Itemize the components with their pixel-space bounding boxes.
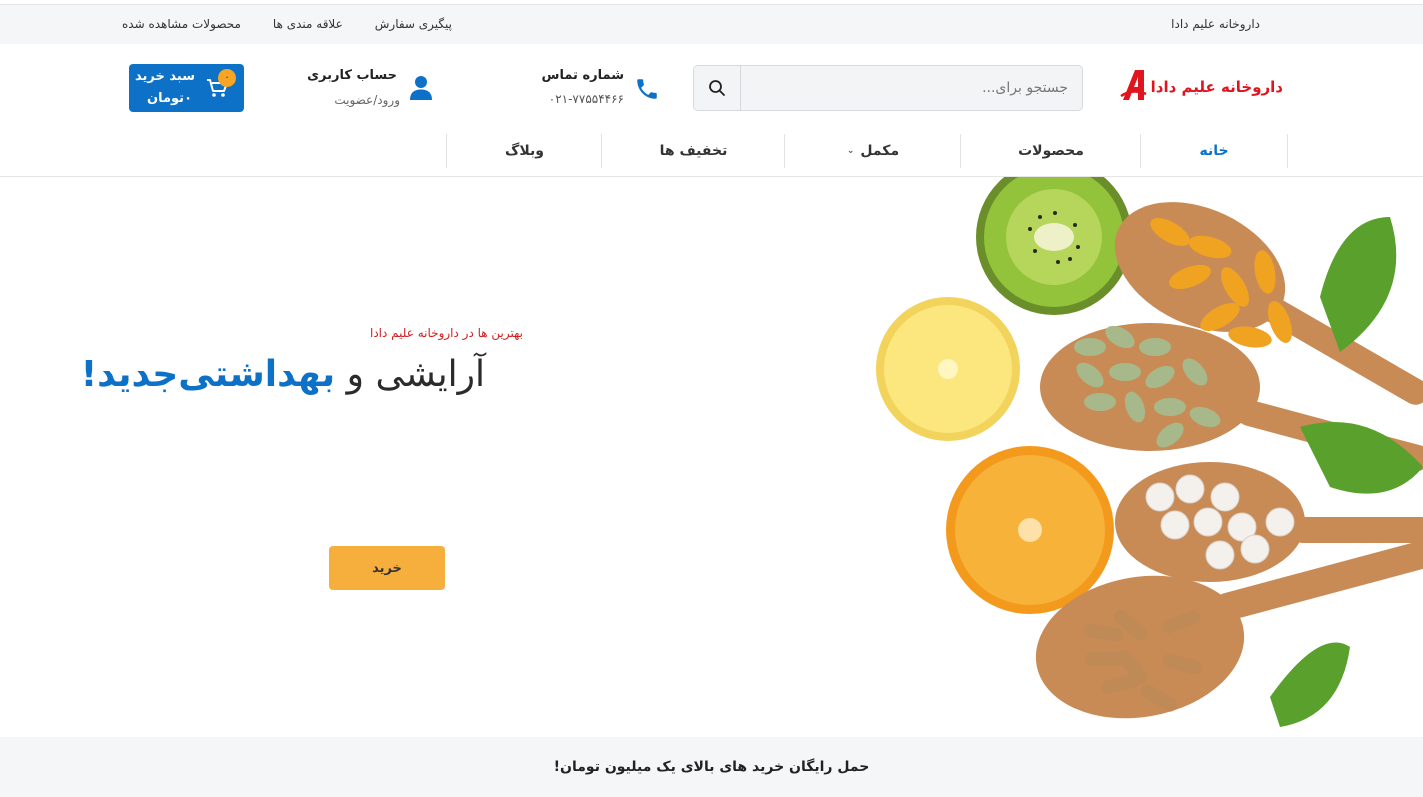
hero-tagline: بهترین ها در داروخانه علیم دادا — [370, 326, 523, 340]
account-subtitle: ورود/عضویت — [334, 93, 400, 107]
orange-image — [946, 446, 1114, 614]
top-bar-links: محصولات مشاهده شده علاقه مندی ها پیگیری … — [122, 17, 452, 31]
kiwi-image — [976, 177, 1132, 315]
chevron-down-icon: ⌄ — [846, 146, 855, 156]
search-icon — [709, 80, 725, 96]
nav-item-label: محصولات — [1018, 143, 1084, 159]
cart-amount: ۰تومان — [147, 91, 192, 106]
cart-count-badge: ۰ — [218, 69, 236, 87]
logo-icon — [1119, 70, 1147, 100]
nav-item-label: وبلاگ — [505, 143, 544, 159]
link-viewed-products[interactable]: محصولات مشاهده شده — [122, 17, 241, 31]
buy-button[interactable]: خرید — [329, 546, 445, 590]
site-logo[interactable]: داروخانه علیم دادا — [1119, 68, 1283, 106]
cart-button[interactable]: سبد خرید ۰تومان ۰ — [129, 64, 244, 112]
main-nav: خانه محصولات مکمل ⌄ تخفیف ها وبلاگ — [0, 132, 1423, 177]
free-shipping-banner: حمل رایگان خرید های بالای یک میلیون توما… — [0, 737, 1423, 797]
hero-headline-part2: بهداشتی‌جدید! — [80, 354, 336, 395]
search-box — [693, 65, 1083, 111]
phone-icon — [637, 79, 657, 99]
top-bar-brand: داروخانه علیم دادا — [1171, 17, 1260, 31]
search-input[interactable] — [741, 66, 1082, 110]
link-order-tracking[interactable]: پیگیری سفارش — [375, 17, 452, 31]
link-wishlist[interactable]: علاقه مندی ها — [273, 17, 343, 31]
hero-banner: بهترین ها در داروخانه علیم دادا آرایشی و… — [0, 177, 1423, 737]
user-icon — [410, 76, 432, 100]
search-button[interactable] — [694, 66, 741, 110]
header: داروخانه علیم دادا شماره تماس ۰۲۱-۷۷۵۵۴۴… — [0, 44, 1423, 132]
hero-headline-part1: آرایشی و — [335, 354, 485, 395]
lemon-image — [876, 297, 1020, 441]
contact-phone: ۰۲۱-۷۷۵۵۴۴۶۶ — [548, 92, 624, 106]
contact-title: شماره تماس — [541, 68, 624, 83]
nav-item-label: خانه — [1199, 143, 1229, 159]
cart-title: سبد خرید — [135, 69, 195, 84]
nav-item-products[interactable]: محصولات — [960, 134, 1141, 168]
top-bar: داروخانه علیم دادا محصولات مشاهده شده عل… — [0, 4, 1423, 44]
nav-item-label: تخفیف ها — [659, 143, 728, 159]
nav-item-discounts[interactable]: تخفیف ها — [601, 134, 785, 168]
nav-item-label: مکمل — [860, 143, 900, 159]
account-block[interactable]: حساب کاربری ورود/عضویت — [307, 66, 433, 110]
nav-item-blog[interactable]: وبلاگ — [446, 134, 602, 168]
account-title: حساب کاربری — [307, 68, 397, 83]
nav-item-supplements[interactable]: مکمل ⌄ — [784, 134, 961, 168]
free-shipping-text: حمل رایگان خرید های بالای یک میلیون توما… — [553, 759, 870, 775]
contact-block[interactable]: شماره تماس ۰۲۱-۷۷۵۵۴۴۶۶ — [540, 66, 660, 110]
nav-item-home[interactable]: خانه — [1140, 134, 1288, 168]
logo-text: داروخانه علیم دادا — [1150, 78, 1283, 96]
green-leaves — [1270, 217, 1423, 727]
hero-supplements-image — [876, 177, 1423, 727]
hero-headline: آرایشی و بهداشتی‌جدید! — [81, 353, 485, 397]
